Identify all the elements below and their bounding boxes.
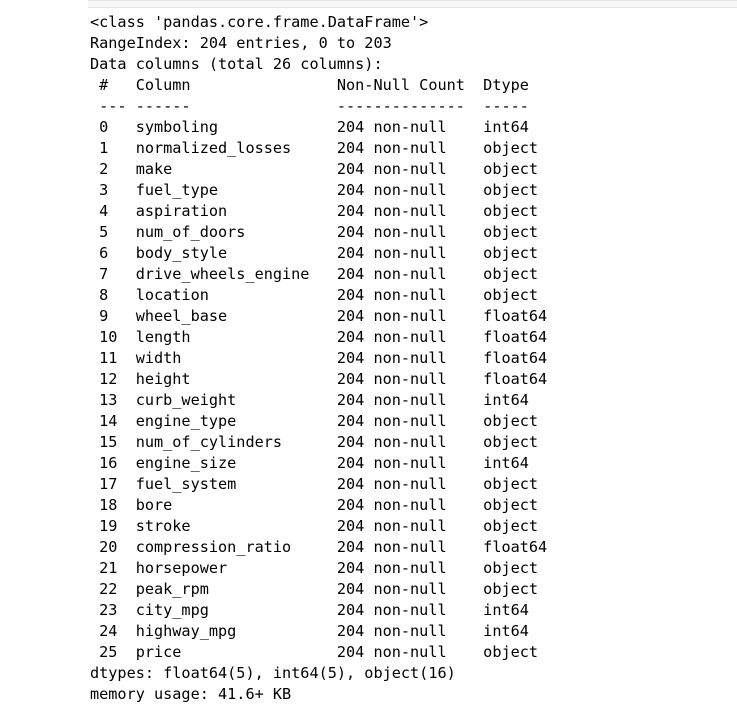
class-line: <class 'pandas.core.frame.DataFrame'>: [90, 13, 429, 31]
table-row: 18 bore 204 non-null object: [90, 496, 539, 514]
table-row: 8 location 204 non-null object: [90, 286, 539, 304]
table-row: 12 height 204 non-null float64: [90, 370, 548, 388]
table-row: 11 width 204 non-null float64: [90, 349, 548, 367]
dtypes-summary-line: dtypes: float64(5), int64(5), object(16): [90, 664, 456, 682]
table-separator-row: --- ------ -------------- -----: [90, 97, 529, 115]
table-row: 15 num_of_cylinders 204 non-null object: [90, 433, 539, 451]
table-row: 4 aspiration 204 non-null object: [90, 202, 539, 220]
table-row: 19 stroke 204 non-null object: [90, 517, 539, 535]
table-row: 22 peak_rpm 204 non-null object: [90, 580, 539, 598]
table-row: 2 make 204 non-null object: [90, 160, 539, 178]
table-row: 23 city_mpg 204 non-null int64: [90, 601, 529, 619]
table-row: 5 num_of_doors 204 non-null object: [90, 223, 539, 241]
table-row: 10 length 204 non-null float64: [90, 328, 548, 346]
table-row: 6 body_style 204 non-null object: [90, 244, 539, 262]
table-row: 17 fuel_system 204 non-null object: [90, 475, 539, 493]
table-row: 0 symboling 204 non-null int64: [90, 118, 529, 136]
table-row: 1 normalized_losses 204 non-null object: [90, 139, 539, 157]
table-row: 16 engine_size 204 non-null int64: [90, 454, 529, 472]
table-header-row: # Column Non-Null Count Dtype: [90, 76, 529, 94]
notebook-output-cell-strip: [88, 0, 737, 8]
table-row: 9 wheel_base 204 non-null float64: [90, 307, 548, 325]
table-row: 3 fuel_type 204 non-null object: [90, 181, 539, 199]
table-row: 24 highway_mpg 204 non-null int64: [90, 622, 529, 640]
dataframe-info-output: <class 'pandas.core.frame.DataFrame'> Ran…: [90, 12, 547, 705]
table-row: 25 price 204 non-null object: [90, 643, 539, 661]
table-row: 7 drive_wheels_engine 204 non-null objec…: [90, 265, 539, 283]
data-columns-line: Data columns (total 26 columns):: [90, 55, 383, 73]
range-index-line: RangeIndex: 204 entries, 0 to 203: [90, 34, 392, 52]
table-row: 14 engine_type 204 non-null object: [90, 412, 539, 430]
memory-usage-line: memory usage: 41.6+ KB: [90, 685, 292, 703]
table-row: 21 horsepower 204 non-null object: [90, 559, 539, 577]
table-row: 13 curb_weight 204 non-null int64: [90, 391, 529, 409]
table-row: 20 compression_ratio 204 non-null float6…: [90, 538, 548, 556]
